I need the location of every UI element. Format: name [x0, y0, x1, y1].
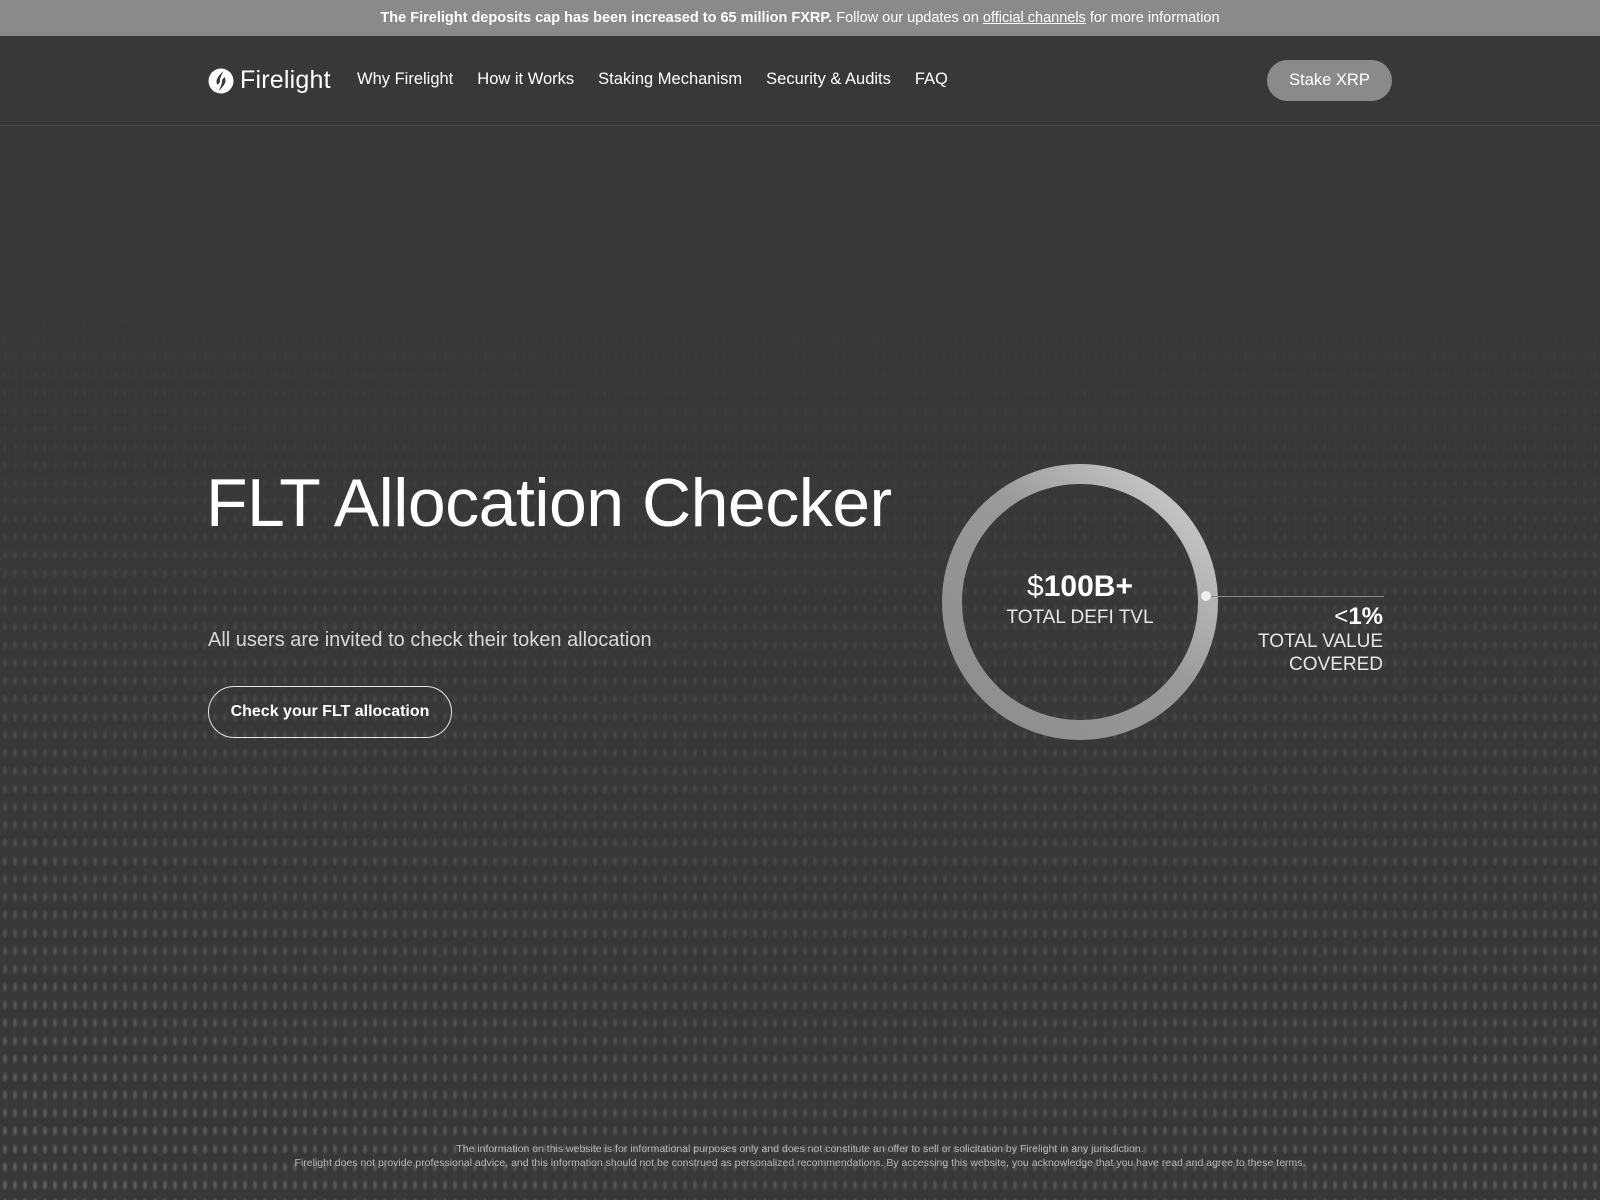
hero-subtitle: All users are invited to check their tok…	[208, 629, 652, 651]
check-allocation-button[interactable]: Check your FLT allocation	[208, 686, 452, 738]
official-channels-link[interactable]: official channels	[983, 10, 1086, 26]
coverage-label: TOTAL VALUE COVERED	[1223, 630, 1383, 676]
tvl-number: 100B+	[1043, 570, 1133, 603]
navbar: Firelight Why Firelight How it Works Sta…	[0, 36, 1600, 126]
coverage-label-line2: COVERED	[1289, 654, 1383, 675]
coverage-label-line1: TOTAL VALUE	[1258, 631, 1383, 652]
tvl-value: $100B+	[940, 570, 1220, 604]
coverage-number: 1%	[1348, 603, 1383, 630]
nav-links: Why Firelight How it Works Staking Mecha…	[357, 70, 948, 89]
stake-xrp-button[interactable]: Stake XRP	[1267, 60, 1392, 101]
tvl-prefix: $	[1027, 570, 1044, 603]
logo[interactable]: Firelight	[208, 66, 331, 95]
firelight-logo-icon	[208, 68, 234, 93]
announcement-bar: The Firelight deposits cap has been incr…	[0, 0, 1600, 36]
nav-link-security-audits[interactable]: Security & Audits	[766, 70, 891, 89]
announcement-bold-text: The Firelight deposits cap has been incr…	[380, 10, 833, 26]
connector-line	[1206, 596, 1384, 597]
coverage-prefix: <	[1334, 603, 1349, 630]
disclaimer-line-2: Firelight does not provide professional …	[294, 1157, 1306, 1169]
announcement-text-after: for more information	[1089, 10, 1220, 26]
nav-link-staking-mechanism[interactable]: Staking Mechanism	[598, 70, 742, 89]
nav-link-faq[interactable]: FAQ	[915, 70, 948, 89]
hero-title: FLT Allocation Checker	[206, 465, 892, 541]
nav-link-how-it-works[interactable]: How it Works	[477, 70, 574, 89]
coverage-value: <1%	[1334, 603, 1383, 631]
connector-dot	[1201, 591, 1211, 601]
logo-text: Firelight	[240, 66, 331, 94]
disclaimer: The information on this website is for i…	[0, 1142, 1600, 1170]
announcement-text: Follow our updates on	[836, 10, 979, 26]
nav-link-why-firelight[interactable]: Why Firelight	[357, 70, 453, 89]
disclaimer-line-1: The information on this website is for i…	[456, 1143, 1144, 1155]
tvl-label: TOTAL DEFI TVL	[1006, 607, 1154, 628]
